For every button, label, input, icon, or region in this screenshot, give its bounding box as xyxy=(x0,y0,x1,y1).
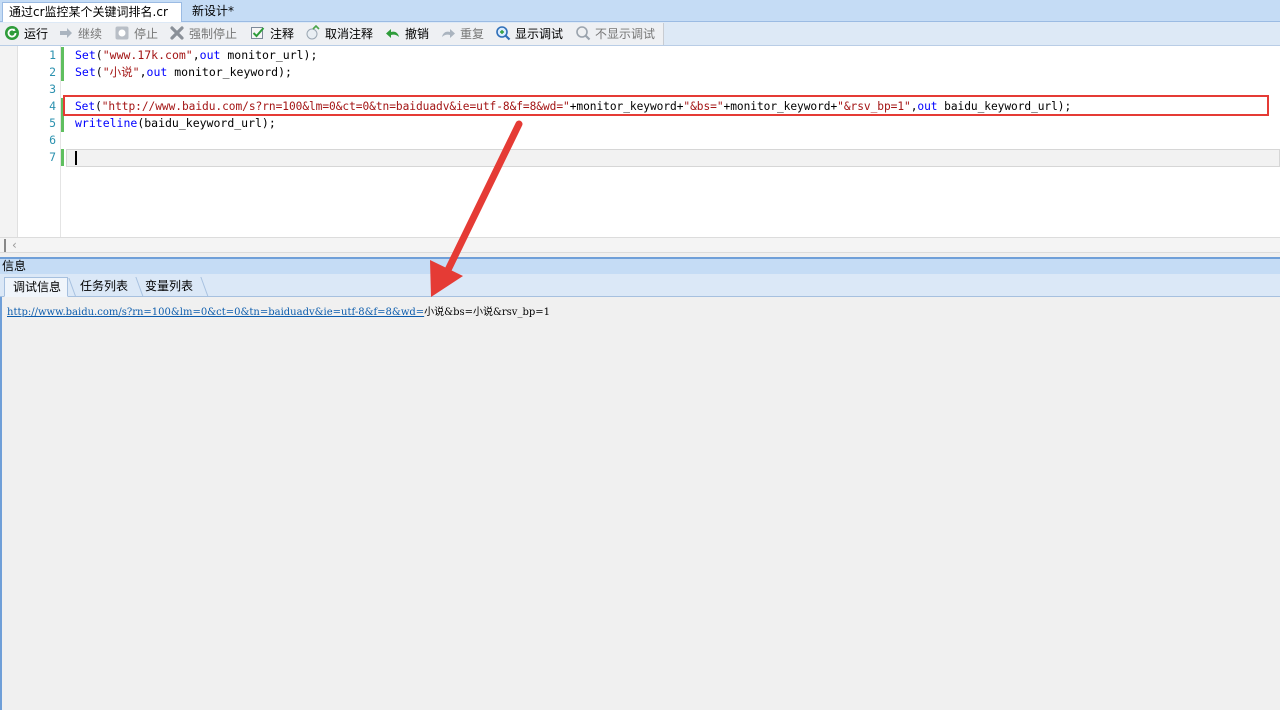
continue-label: 继续 xyxy=(78,26,103,41)
output-url-link[interactable]: http://www.baidu.com/s?rn=100&lm=0&ct=0&… xyxy=(7,307,424,318)
code-token: , xyxy=(192,48,200,62)
tab-variable-list[interactable]: 变量列表 xyxy=(137,277,209,297)
code-token: out xyxy=(146,65,168,79)
show-debug-label: 显示调试 xyxy=(515,26,564,41)
uncomment-icon xyxy=(305,25,321,41)
doc-tab-new-design[interactable]: 新设计* xyxy=(186,2,250,22)
line-number: 1 xyxy=(49,48,56,62)
redo-icon xyxy=(440,25,456,41)
info-tab-bar: 调试信息 任务列表 变量列表 xyxy=(0,274,1280,298)
code-token: ( xyxy=(95,48,103,62)
tab-debug-info[interactable]: 调试信息 xyxy=(4,277,77,298)
code-token: monitor_url); xyxy=(220,48,318,62)
output-url-tail: 小说&bs=小说&rsv_bp=1 xyxy=(424,307,550,318)
code-token: "www.17k.com" xyxy=(102,48,193,62)
doc-tab-monitor-script[interactable]: 通过cr监控某个关键词排名.cr xyxy=(2,2,182,22)
document-tab-bar: 通过cr监控某个关键词排名.cr 新设计* xyxy=(0,0,1280,22)
undo-icon xyxy=(385,25,401,41)
redo-button[interactable]: 重复 xyxy=(440,24,484,42)
toolbar: 运行 继续 停止 强制停止 注释 取消注释 撤销 重复 显示调试 不显示调试 xyxy=(0,22,1280,46)
tab-label: 调试信息 xyxy=(13,280,62,294)
code-token: Set xyxy=(75,48,96,62)
force-stop-x-icon xyxy=(169,25,185,41)
debug-output-area[interactable]: http://www.baidu.com/s?rn=100&lm=0&ct=0&… xyxy=(0,297,1280,710)
code-token: writeline xyxy=(75,116,138,130)
code-token: ( xyxy=(95,65,103,79)
line-number: 2 xyxy=(49,65,56,79)
tab-label: 变量列表 xyxy=(145,279,194,293)
code-token: , xyxy=(139,65,147,79)
code-line-2[interactable]: Set("小说",out monitor_keyword); xyxy=(75,64,292,81)
splitter-grip-icon[interactable] xyxy=(4,239,6,252)
code-editor[interactable]: 1 2 3 4 5 6 7 Set("www.17k.com",out moni… xyxy=(0,46,1280,237)
redo-label: 重复 xyxy=(460,26,485,41)
line-number: 6 xyxy=(49,133,56,147)
line-number-gutter: 1 2 3 4 5 6 7 xyxy=(18,46,61,237)
text-caret xyxy=(75,151,77,165)
force-stop-label: 强制停止 xyxy=(189,26,238,41)
hide-debug-label: 不显示调试 xyxy=(595,26,656,41)
code-line-1[interactable]: Set("www.17k.com",out monitor_url); xyxy=(75,47,317,64)
code-token: out xyxy=(199,48,221,62)
code-token: monitor_keyword); xyxy=(167,65,292,79)
stop-icon xyxy=(114,25,130,41)
line-number: 5 xyxy=(49,116,56,130)
debug-output-line: http://www.baidu.com/s?rn=100&lm=0&ct=0&… xyxy=(7,303,550,318)
comment-check-icon xyxy=(250,25,266,41)
show-debug-magnifier-icon xyxy=(495,25,511,41)
line-number: 7 xyxy=(49,150,56,164)
continue-button[interactable]: 继续 xyxy=(58,24,102,42)
tab-task-list[interactable]: 任务列表 xyxy=(72,277,144,297)
uncomment-button[interactable]: 取消注释 xyxy=(305,24,373,42)
continue-arrow-icon xyxy=(58,25,74,41)
hide-debug-magnifier-icon xyxy=(575,25,591,41)
tab-label: 任务列表 xyxy=(80,279,129,293)
code-token: Set xyxy=(75,65,96,79)
comment-label: 注释 xyxy=(270,26,295,41)
horizontal-scrollbar[interactable]: ‹ xyxy=(0,237,1280,253)
run-label: 运行 xyxy=(24,26,49,41)
uncomment-label: 取消注释 xyxy=(325,26,374,41)
undo-label: 撤销 xyxy=(405,26,430,41)
tab-edge xyxy=(193,277,209,297)
line-number: 4 xyxy=(49,99,56,113)
stop-button[interactable]: 停止 xyxy=(114,24,158,42)
run-icon xyxy=(4,25,20,41)
force-stop-button[interactable]: 强制停止 xyxy=(169,24,237,42)
run-button[interactable]: 运行 xyxy=(4,24,48,42)
editor-margin xyxy=(0,46,18,237)
hide-debug-button[interactable]: 不显示调试 xyxy=(575,24,655,42)
current-line-highlight xyxy=(66,149,1280,167)
undo-button[interactable]: 撤销 xyxy=(385,24,429,42)
line-number: 3 xyxy=(49,82,56,96)
stop-label: 停止 xyxy=(134,26,159,41)
code-token: (baidu_keyword_url); xyxy=(137,116,276,130)
annotation-highlight-box xyxy=(63,95,1269,116)
show-debug-button[interactable]: 显示调试 xyxy=(495,24,563,42)
code-line-5[interactable]: writeline(baidu_keyword_url); xyxy=(75,115,276,132)
code-token: "小说" xyxy=(102,65,140,79)
change-marker xyxy=(61,149,64,166)
change-marker xyxy=(61,47,64,81)
info-panel-title: 信息 xyxy=(0,257,1280,274)
comment-button[interactable]: 注释 xyxy=(250,24,294,42)
scroll-left-icon[interactable]: ‹ xyxy=(12,238,17,253)
